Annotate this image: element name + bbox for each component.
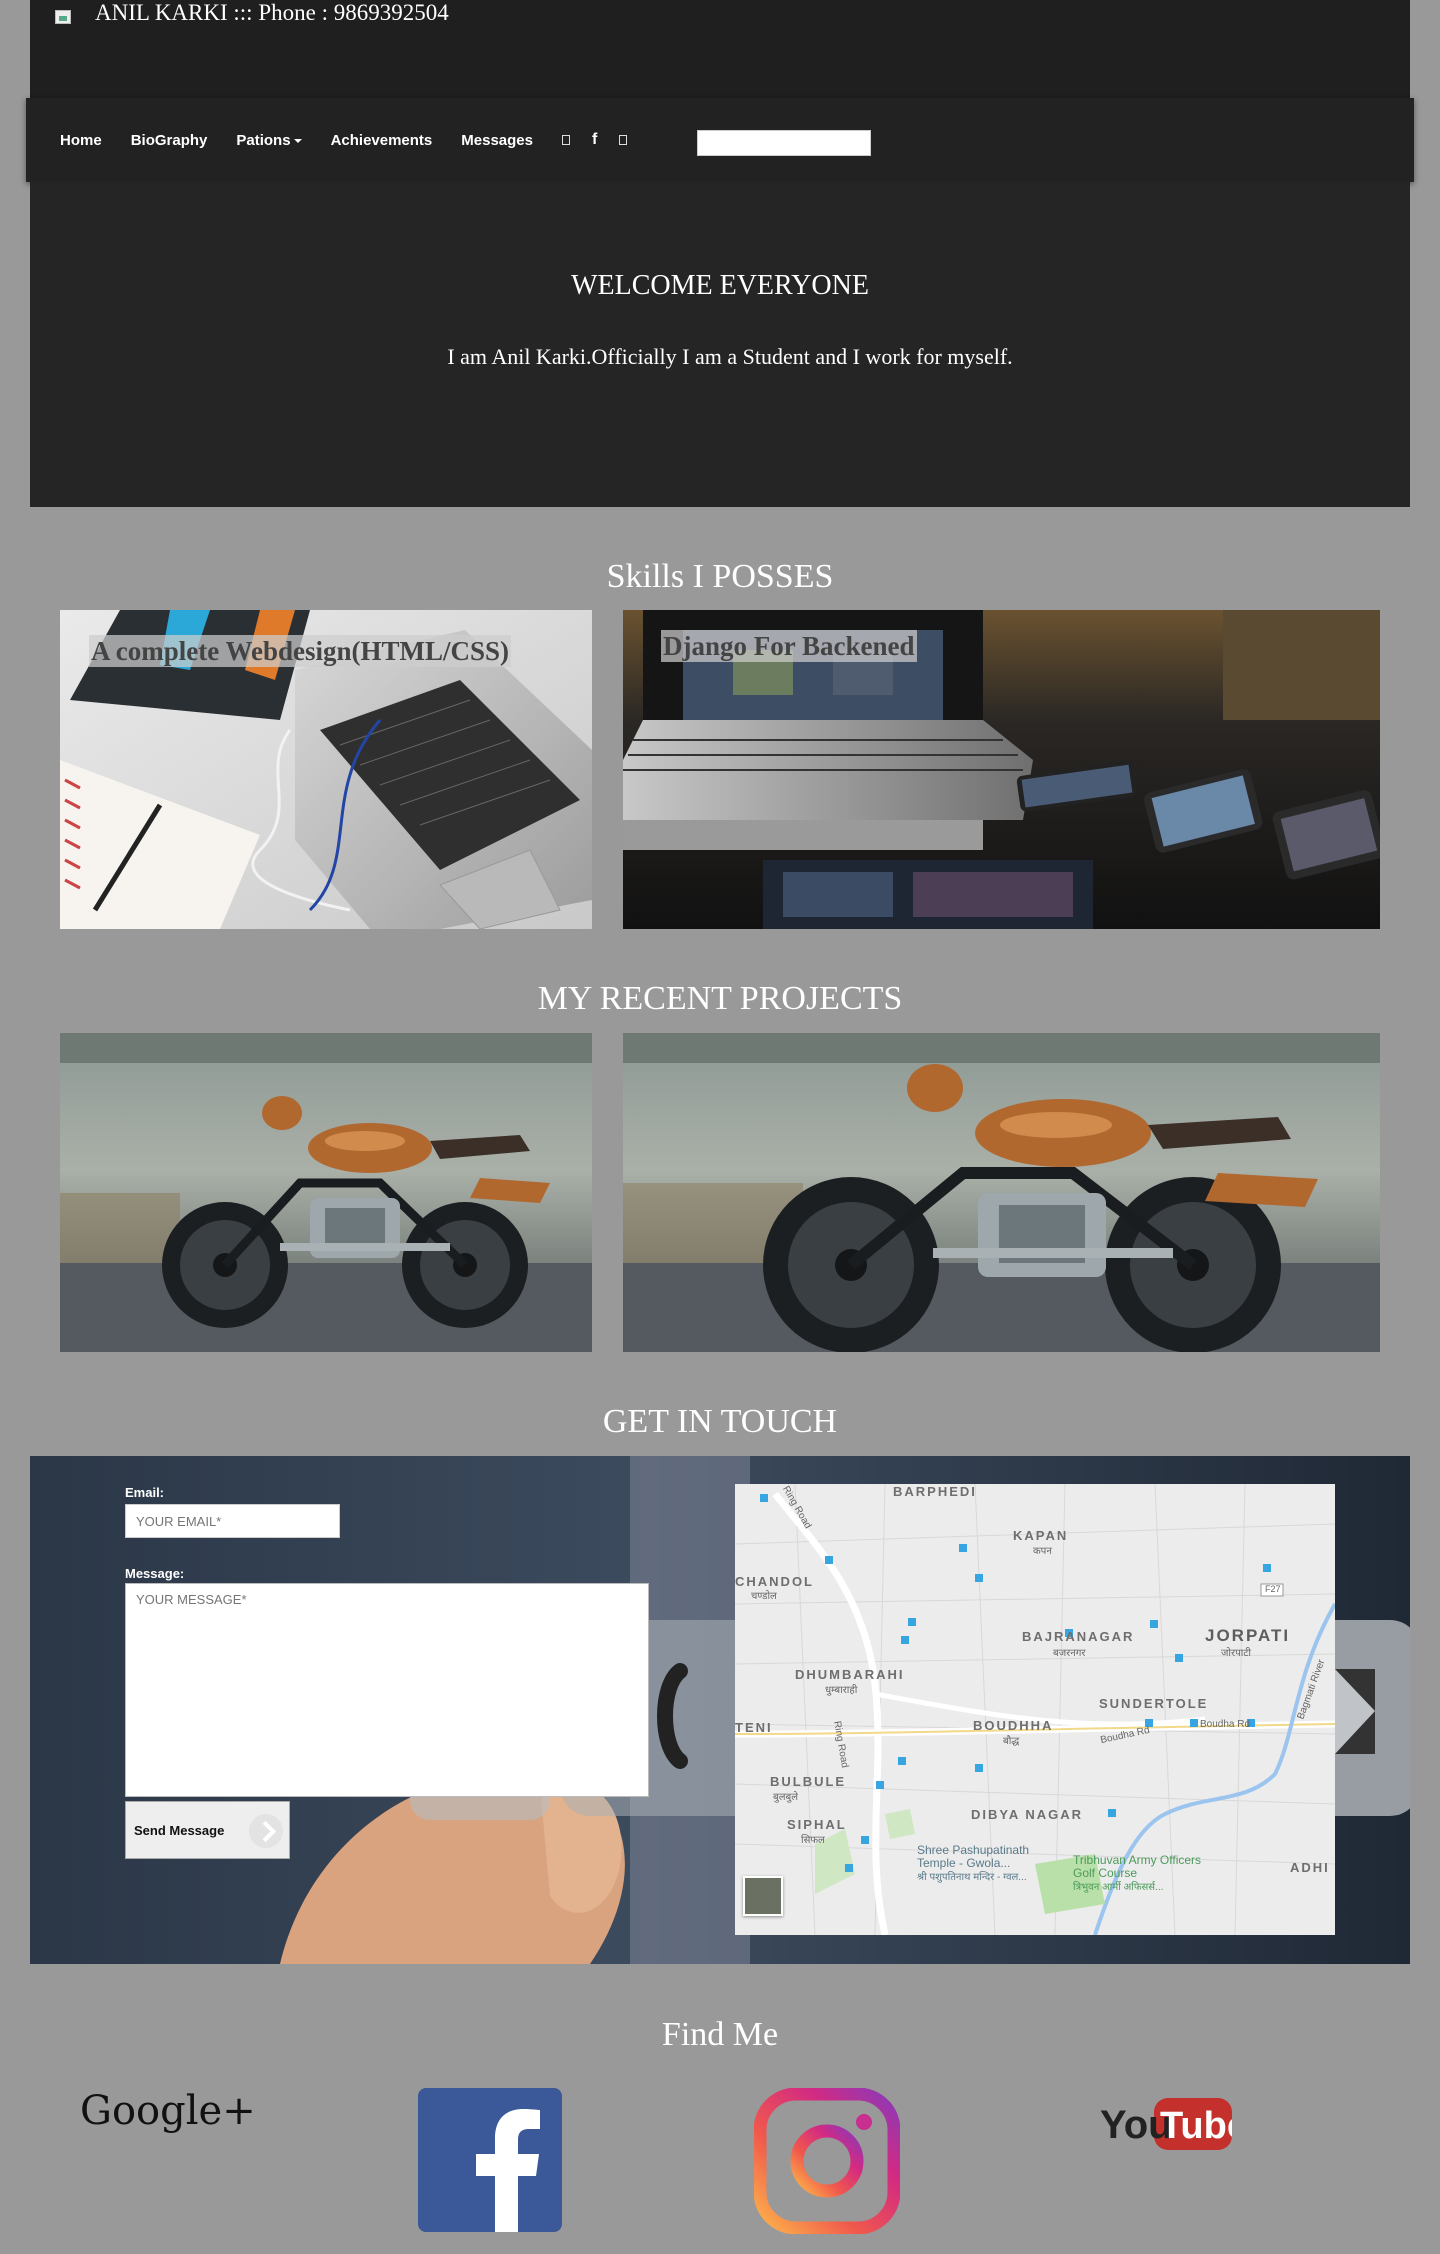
map-area-label: SUNDERTOLE bbox=[1099, 1696, 1209, 1711]
map-area-label: BARPHEDI bbox=[893, 1484, 977, 1499]
square-icon bbox=[562, 134, 570, 145]
nav-item-home[interactable]: Home bbox=[60, 132, 102, 149]
hero-title: WELCOME EVERYONE bbox=[571, 270, 869, 301]
broken-image-icon bbox=[55, 10, 71, 24]
nav-icon-link-1[interactable] bbox=[562, 131, 570, 149]
search-input[interactable] bbox=[697, 130, 871, 156]
skill-card-label: A complete Webdesign(HTML/CSS) bbox=[89, 635, 512, 667]
caret-down-icon bbox=[293, 138, 302, 143]
skill-card-django[interactable]: Django For Backened bbox=[623, 610, 1380, 929]
hero-text: I am Anil Karki.Officially I am a Studen… bbox=[447, 344, 1013, 369]
nav-menu: Home BioGraphy Pations Achievements Mess… bbox=[60, 128, 649, 152]
map-place-name: Tribhuvan Army Officers Golf Course bbox=[1073, 1853, 1202, 1880]
map-road-label: F27 bbox=[1265, 1584, 1281, 1594]
email-label: Email: bbox=[125, 1485, 165, 1500]
navbar: Home BioGraphy Pations Achievements Mess… bbox=[26, 98, 1414, 182]
chevron-right-icon bbox=[249, 1814, 283, 1848]
map-area-local-label: जोरपाटी bbox=[1221, 1648, 1251, 1659]
project-card-2[interactable] bbox=[623, 1033, 1380, 1352]
map-area-label: JORPATI bbox=[1205, 1626, 1291, 1645]
nav-item-biography[interactable]: BioGraphy bbox=[131, 132, 208, 149]
nav-item-pations-label: Pations bbox=[236, 131, 291, 149]
skill-card-webdesign[interactable]: A complete Webdesign(HTML/CSS) bbox=[60, 610, 592, 929]
message-field[interactable] bbox=[125, 1583, 649, 1797]
send-message-button[interactable]: Send Message bbox=[125, 1801, 290, 1859]
map-area-local-label: बौद्ध bbox=[1003, 1736, 1020, 1747]
nav-icon-link-3[interactable] bbox=[619, 131, 628, 149]
map-place-local-name: श्री पशुपतिनाथ मन्दिर - ग्वल... bbox=[917, 1872, 1027, 1883]
send-message-label: Send Message bbox=[134, 1822, 225, 1838]
map-area-label: DHUMBARAHI bbox=[795, 1667, 905, 1682]
map-area-label: BULBULE bbox=[770, 1774, 847, 1789]
brand-title[interactable]: ANIL KARKI ::: Phone : 9869392504 bbox=[95, 0, 449, 26]
email-field[interactable] bbox=[125, 1504, 340, 1538]
map-satellite-toggle[interactable] bbox=[743, 1876, 783, 1916]
map-area-label: DIBYA NAGAR bbox=[971, 1807, 1084, 1822]
googleplus-link[interactable]: Google+ bbox=[80, 2088, 256, 2148]
nav-item-messages[interactable]: Messages bbox=[461, 132, 533, 149]
map-area-label: CHANDOL bbox=[735, 1574, 814, 1589]
map-area-label: BOUDHHA bbox=[973, 1718, 1054, 1733]
instagram-link[interactable] bbox=[753, 2087, 901, 2235]
map-area-label: TENI bbox=[735, 1720, 773, 1735]
map-area-local-label: कपन bbox=[1033, 1546, 1052, 1557]
message-label: Message: bbox=[125, 1566, 185, 1581]
skills-title: Skills I POSSES bbox=[606, 558, 834, 595]
contact-title: GET IN TOUCH bbox=[602, 1403, 838, 1440]
youtube-logo: You Tube bbox=[1100, 2098, 1248, 2150]
nav-icon-link-facebook[interactable]: f bbox=[592, 131, 597, 149]
map-area-label: KAPAN bbox=[1013, 1528, 1069, 1543]
map-area-local-label: धुम्बाराही bbox=[825, 1685, 858, 1696]
nav-item-pations-dropdown[interactable]: Pations bbox=[236, 131, 302, 149]
motorcycle-image bbox=[60, 1033, 592, 1352]
facebook-icon bbox=[418, 2088, 562, 2232]
skill-card-label: Django For Backened bbox=[661, 630, 917, 662]
embedded-map[interactable]: BARPHEDI KAPAN कपन CHANDOL चण्डोल BAJRAN… bbox=[735, 1484, 1335, 1935]
googleplus-logo: Google+ bbox=[80, 2088, 256, 2134]
square-icon bbox=[619, 134, 628, 145]
map-area-local-label: चण्डोल bbox=[751, 1591, 777, 1602]
map-road-label: Boudha Rd bbox=[1200, 1719, 1251, 1730]
find-me-title: Find Me bbox=[661, 2016, 779, 2053]
map-area-label: ADHI bbox=[1290, 1860, 1330, 1875]
map-place-pashupatinath[interactable]: Shree Pashupatinath Temple - Gwola... श्… bbox=[917, 1844, 1047, 1884]
youtube-link[interactable]: You Tube bbox=[1098, 2094, 1248, 2154]
map-place-golf-course[interactable]: Tribhuvan Army Officers Golf Course त्रि… bbox=[1073, 1854, 1203, 1894]
projects-title: MY RECENT PROJECTS bbox=[537, 980, 903, 1017]
motorcycle-image bbox=[623, 1033, 1380, 1352]
project-card-1[interactable] bbox=[60, 1033, 592, 1352]
facebook-link[interactable] bbox=[418, 2088, 562, 2232]
facebook-icon: f bbox=[592, 131, 598, 148]
map-area-label: BAJRANAGAR bbox=[1022, 1629, 1135, 1644]
contact-section: Email: Message: Send Message bbox=[30, 1456, 1410, 1964]
map-area-local-label: बुलबुले bbox=[773, 1792, 798, 1803]
map-area-local-label: सिफल bbox=[801, 1835, 825, 1846]
nav-item-achievements[interactable]: Achievements bbox=[331, 132, 433, 149]
top-bar: ANIL KARKI ::: Phone : 9869392504 bbox=[30, 0, 1410, 98]
map-area-local-label: बजरनगर bbox=[1053, 1648, 1086, 1659]
map-area-label: SIPHAL bbox=[787, 1817, 847, 1832]
instagram-icon bbox=[753, 2087, 901, 2235]
youtube-tube-text: Tube bbox=[1160, 2105, 1232, 2147]
hero-section: WELCOME EVERYONE I am Anil Karki.Officia… bbox=[30, 182, 1410, 507]
map-place-name: Shree Pashupatinath Temple - Gwola... bbox=[917, 1843, 1030, 1870]
map-place-local-name: त्रिभुवन आर्मी अफिसर्स... bbox=[1073, 1882, 1164, 1893]
